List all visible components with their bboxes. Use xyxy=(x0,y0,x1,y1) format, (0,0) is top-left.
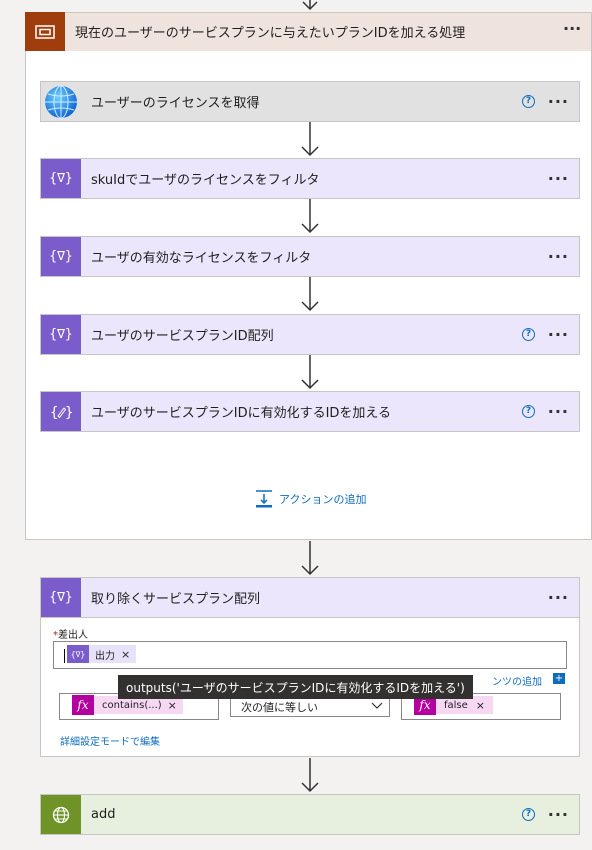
add-action-label: アクションの追加 xyxy=(279,493,367,506)
variable-icon: {∇} xyxy=(41,315,81,354)
scope-icon xyxy=(25,12,65,51)
add-action-link[interactable]: アクションの追加 xyxy=(255,490,366,508)
connector-arrow xyxy=(301,277,319,312)
variable-icon: {∇} xyxy=(41,578,81,617)
advanced-mode-link[interactable]: 詳細設定モードで編集 xyxy=(60,733,160,748)
more-options-button[interactable]: ··· xyxy=(548,392,569,431)
from-input[interactable]: {∇} 出力 × xyxy=(53,641,567,669)
globe-icon xyxy=(41,82,81,121)
operator-label: 次の値に等しい xyxy=(241,701,318,714)
output-token[interactable]: {∇} 出力 × xyxy=(67,645,137,663)
card-get-user-license[interactable]: ユーザーのライセンスを取得 ? ··· xyxy=(40,81,580,122)
help-icon[interactable]: ? xyxy=(522,405,535,418)
filter-card-header[interactable]: {∇} 取り除くサービスプラン配列 ··· xyxy=(40,577,580,618)
add-dynamic-content-icon[interactable]: + xyxy=(553,673,565,684)
svg-text:{: { xyxy=(50,405,58,421)
connector-arrow xyxy=(301,541,319,576)
connector-arrow xyxy=(301,122,319,157)
help-icon[interactable]: ? xyxy=(522,808,535,821)
more-options-button[interactable]: ··· xyxy=(548,237,569,276)
card-title: ユーザーのライセンスを取得 xyxy=(91,96,260,111)
token-remove-icon[interactable]: × xyxy=(168,699,177,712)
card-service-plan-id-array[interactable]: {∇} ユーザのサービスプランID配列 ? ··· xyxy=(40,314,580,355)
token-remove-icon[interactable]: × xyxy=(476,699,485,712)
chevron-down-icon xyxy=(371,702,383,709)
more-options-button[interactable]: ··· xyxy=(548,795,569,834)
card-title: ユーザのサービスプランID配列 xyxy=(91,329,274,344)
svg-text:}: } xyxy=(65,405,72,421)
variable-icon: {∇} xyxy=(41,159,81,198)
variable-icon: {∇} xyxy=(67,645,89,663)
card-add-enable-id[interactable]: {} ユーザのサービスプランIDに有効化するIDを加える ? ··· xyxy=(40,391,580,432)
http-globe-icon xyxy=(41,795,81,834)
more-options-button[interactable]: ··· xyxy=(548,315,569,354)
variable-icon: {∇} xyxy=(41,237,81,276)
card-title: ユーザのサービスプランIDに有効化するIDを加える xyxy=(91,406,392,421)
help-icon[interactable]: ? xyxy=(522,328,535,341)
more-options-button[interactable]: ··· xyxy=(548,82,569,121)
help-icon[interactable]: ? xyxy=(522,95,535,108)
card-title: ユーザの有効なライセンスをフィルタ xyxy=(91,251,312,266)
more-options-button[interactable]: ··· xyxy=(548,578,569,617)
connector-arrow xyxy=(301,199,319,234)
scope-more-button[interactable]: ··· xyxy=(563,19,581,38)
card-filter-valid-license[interactable]: {∇} ユーザの有効なライセンスをフィルタ ··· xyxy=(40,236,580,277)
card-title: add xyxy=(91,807,116,822)
add-action-icon xyxy=(256,490,272,508)
from-label: *差出人 xyxy=(53,630,88,641)
connector-arrow xyxy=(301,355,319,390)
token-tooltip: outputs('ユーザのサービスプランIDに有効化するIDを加える') xyxy=(118,675,473,699)
token-label: false xyxy=(444,699,468,711)
token-remove-icon[interactable]: × xyxy=(121,648,130,661)
connector-arrow xyxy=(302,0,318,11)
card-title: skuIdでユーザのライセンスをフィルタ xyxy=(91,173,320,188)
token-label: contains(...) xyxy=(102,699,162,711)
card-add[interactable]: add ? ··· xyxy=(40,794,580,835)
fx-icon: fx xyxy=(72,695,94,715)
add-dynamic-content-link[interactable]: ンツの追加 xyxy=(492,673,542,688)
compose-icon: {} xyxy=(41,392,81,431)
card-filter-by-skuid[interactable]: {∇} skuIdでユーザのライセンスをフィルタ ··· xyxy=(40,158,580,199)
token-label: 出力 xyxy=(95,650,115,662)
more-options-button[interactable]: ··· xyxy=(548,159,569,198)
text-cursor xyxy=(64,649,65,663)
connector-arrow xyxy=(301,758,319,793)
card-title: 取り除くサービスプラン配列 xyxy=(91,592,261,607)
scope-title: 現在のユーザーのサービスプランに与えたいプランIDを加える処理 xyxy=(75,26,466,41)
